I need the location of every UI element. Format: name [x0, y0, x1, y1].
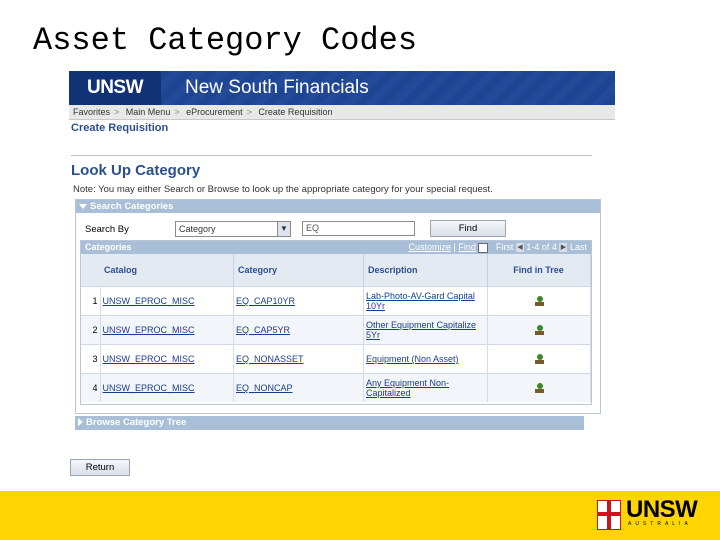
column-header-catalog: Catalog: [100, 254, 234, 287]
next-arrow-icon[interactable]: ▶: [559, 243, 568, 253]
description-link[interactable]: Any Equipment Non-Capitalized: [366, 378, 449, 398]
search-categories-header[interactable]: Search Categories: [76, 200, 600, 213]
breadcrumb-main-menu[interactable]: Main Menu: [126, 107, 171, 117]
search-by-label: Search By: [85, 224, 129, 235]
description-link[interactable]: Lab-Photo-AV-Gard Capital 10Yr: [366, 291, 475, 311]
unsw-crest-icon: [597, 500, 621, 530]
table-row: 3 UNSW_EPROC_MISC EQ_NONASSET Equipment …: [81, 344, 591, 374]
screenshot-window: UNSW New South Financials Favorites > Mai…: [69, 71, 615, 476]
chevron-down-icon[interactable]: ▼: [277, 222, 290, 236]
find-in-tree-icon[interactable]: [534, 324, 545, 336]
categories-grid: Categories Customize | Find First ◀ 1-4 …: [80, 240, 592, 405]
first-link[interactable]: First: [496, 242, 514, 252]
breadcrumb-separator: >: [174, 107, 180, 117]
breadcrumb-favorites[interactable]: Favorites: [73, 107, 110, 117]
column-header-find-in-tree: Find in Tree: [487, 254, 591, 287]
previous-arrow-icon[interactable]: ◀: [515, 243, 524, 253]
breadcrumb-separator: >: [246, 107, 252, 117]
breadcrumb-create-requisition[interactable]: Create Requisition: [258, 107, 332, 117]
instruction-note: Note: You may either Search or Browse to…: [73, 184, 493, 195]
catalog-link[interactable]: UNSW_EPROC_MISC: [103, 354, 195, 364]
expand-triangle-icon: [78, 418, 83, 427]
table-row: 2 UNSW_EPROC_MISC EQ_CAP5YR Other Equipm…: [81, 315, 591, 345]
description-link[interactable]: Other Equipment Capitalize 5Yr: [366, 320, 476, 340]
find-button[interactable]: Find: [430, 220, 506, 237]
return-button[interactable]: Return: [70, 459, 130, 476]
last-link[interactable]: Last: [570, 242, 587, 252]
customize-link[interactable]: Customize: [408, 242, 451, 252]
row-number: 3: [81, 344, 101, 374]
column-header-row-num: [81, 254, 100, 287]
grid-nav: Customize | Find First ◀ 1-4 of 4 ▶ Last: [408, 242, 587, 253]
find-in-tree-icon[interactable]: [534, 295, 545, 307]
search-by-select-value: Category: [179, 224, 216, 234]
breadcrumb-separator: >: [114, 107, 120, 117]
grid-range: 1-4 of 4: [526, 242, 557, 252]
search-categories-panel: Search Categories Search By Category ▼ E…: [75, 199, 601, 414]
breadcrumb-eprocurement[interactable]: eProcurement: [186, 107, 243, 117]
browse-category-tree-header[interactable]: Browse Category Tree: [75, 416, 584, 430]
slide-title: Asset Category Codes: [33, 22, 418, 59]
category-link[interactable]: EQ_CAP10YR: [236, 296, 295, 306]
find-in-tree-icon[interactable]: [534, 353, 545, 365]
category-link[interactable]: EQ_NONCAP: [236, 383, 293, 393]
column-header-description: Description: [363, 254, 488, 287]
divider: [71, 155, 592, 156]
footer-logo: UNSW: [626, 496, 698, 523]
find-in-tree-icon[interactable]: [534, 382, 545, 394]
app-banner: UNSW New South Financials: [69, 71, 615, 105]
crest-cross: [598, 512, 620, 516]
catalog-link[interactable]: UNSW_EPROC_MISC: [103, 383, 195, 393]
view-all-icon[interactable]: [478, 242, 489, 253]
category-link[interactable]: EQ_NONASSET: [236, 354, 304, 364]
row-number: 4: [81, 373, 101, 402]
footer-logo-subtext: AUSTRALIA: [628, 521, 692, 527]
category-link[interactable]: EQ_CAP5YR: [236, 325, 290, 335]
catalog-link[interactable]: UNSW_EPROC_MISC: [103, 296, 195, 306]
search-input[interactable]: EQ: [302, 221, 415, 236]
collapse-triangle-icon: [79, 203, 87, 209]
page-subtitle: Create Requisition: [71, 122, 169, 134]
categories-grid-title: Categories: [85, 242, 132, 252]
row-number: 1: [81, 286, 101, 316]
search-by-select[interactable]: Category ▼: [175, 221, 291, 237]
categories-grid-header: Categories Customize | Find First ◀ 1-4 …: [81, 241, 591, 254]
breadcrumb: Favorites > Main Menu > eProcurement > Crea…: [69, 105, 615, 120]
table-row: 4 UNSW_EPROC_MISC EQ_NONCAP Any Equipmen…: [81, 373, 591, 402]
search-categories-title: Search Categories: [90, 201, 174, 212]
column-header-category: Category: [233, 254, 364, 287]
browse-category-tree-title: Browse Category Tree: [86, 417, 187, 428]
unsw-logo: UNSW: [69, 71, 161, 105]
app-title: New South Financials: [185, 77, 369, 98]
page-title: Look Up Category: [71, 162, 201, 179]
catalog-link[interactable]: UNSW_EPROC_MISC: [103, 325, 195, 335]
row-number: 2: [81, 315, 101, 345]
description-link[interactable]: Equipment (Non Asset): [366, 354, 459, 364]
table-row: 1 UNSW_EPROC_MISC EQ_CAP10YR Lab-Photo-A…: [81, 286, 591, 316]
categories-table: Catalog Category Description Find in Tre…: [81, 254, 591, 402]
grid-find-link[interactable]: Find: [458, 242, 476, 252]
